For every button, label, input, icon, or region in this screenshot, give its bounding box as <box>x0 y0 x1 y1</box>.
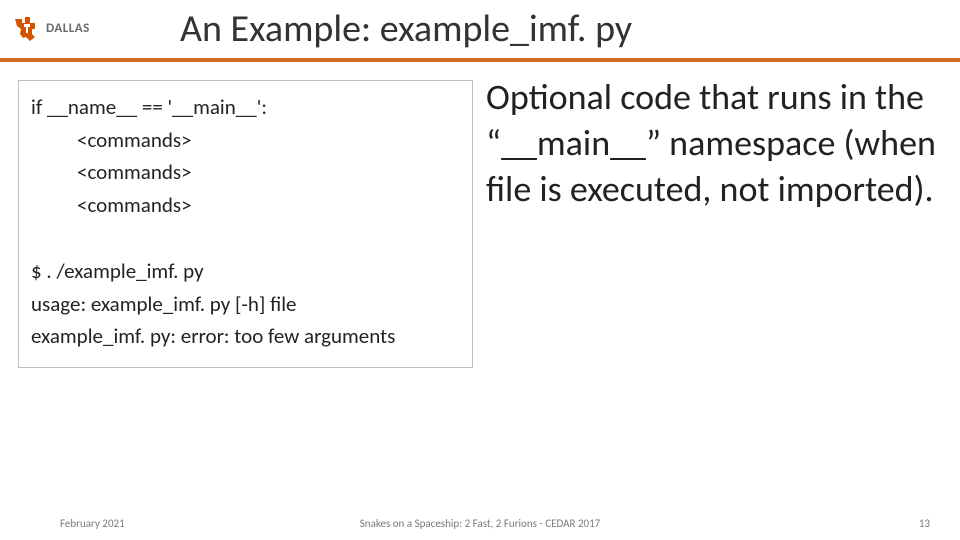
texas-icon <box>10 12 42 44</box>
code-box: if __name__ == '__main__': <commands> <c… <box>18 80 473 368</box>
code-line-cmd: <commands> <box>31 124 460 157</box>
shell-output: example_imf. py: error: too few argument… <box>31 320 460 353</box>
code-line-cmd: <commands> <box>31 156 460 189</box>
code-gap <box>31 221 460 255</box>
logo-text: DALLAS <box>46 21 90 36</box>
shell-output: usage: example_imf. py [-h] file <box>31 288 460 321</box>
utd-logo: DALLAS <box>10 6 120 50</box>
footer-title: Snakes on a Spaceship: 2 Fast, 2 Furions… <box>0 517 960 530</box>
footer: February 2021 Snakes on a Spaceship: 2 F… <box>0 508 960 530</box>
explanation-text: Optional code that runs in the “__main__… <box>486 74 946 212</box>
shell-output: $ . /example_imf. py <box>31 255 460 288</box>
code-line-if: if __name__ == '__main__': <box>31 91 460 124</box>
slide-number: 13 <box>919 517 930 530</box>
left-column: if __name__ == '__main__': <commands> <c… <box>18 80 473 368</box>
slide: DALLAS An Example: example_imf. py if __… <box>0 0 960 540</box>
code-line-cmd: <commands> <box>31 189 460 222</box>
title-bar: DALLAS An Example: example_imf. py <box>0 0 960 62</box>
slide-title: An Example: example_imf. py <box>180 6 632 52</box>
